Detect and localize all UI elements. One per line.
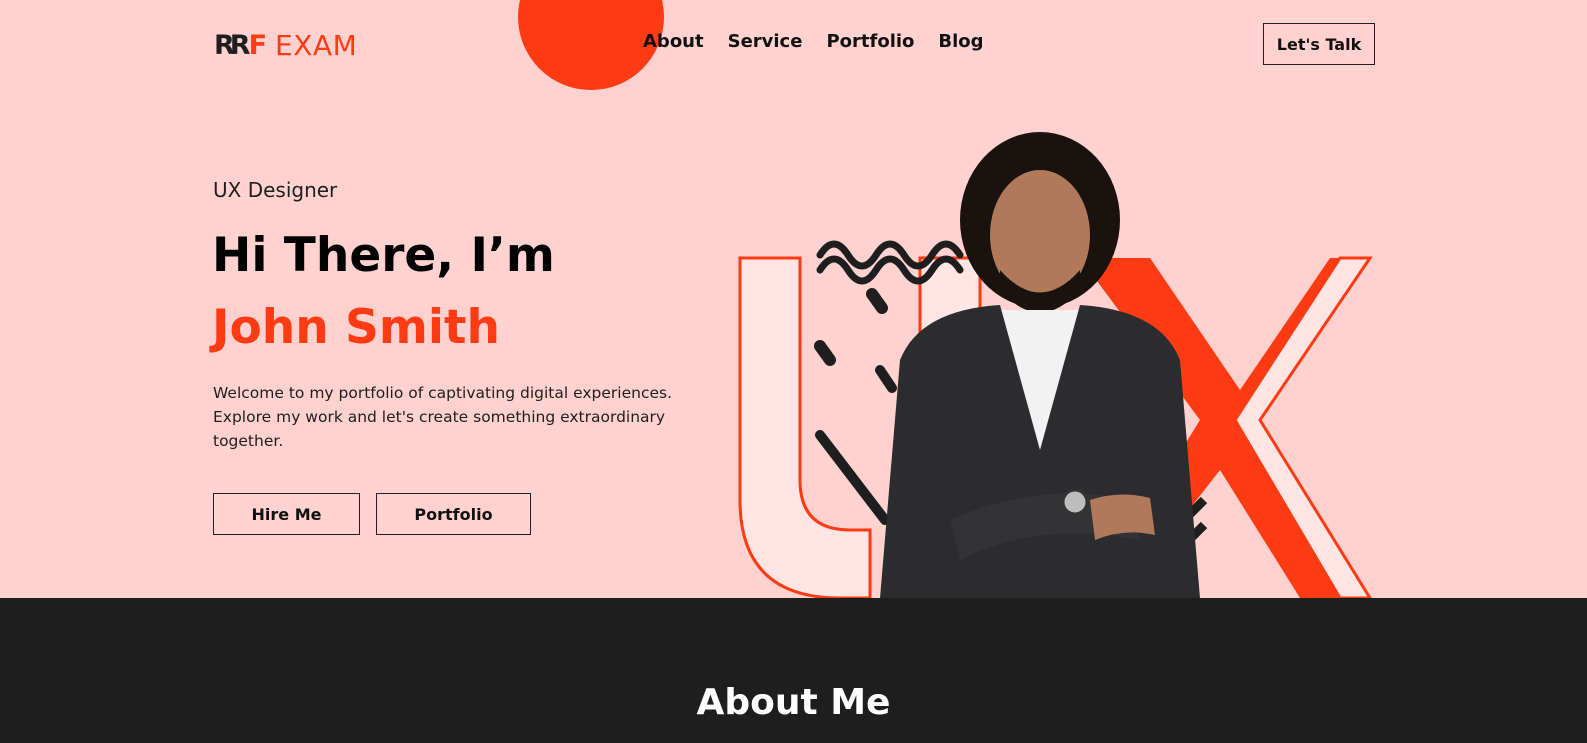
nav-link-about[interactable]: About [643, 31, 704, 52]
site-logo[interactable]: RR F EXAM [214, 28, 357, 62]
hire-me-button[interactable]: Hire Me [213, 493, 360, 535]
logo-text: EXAM [275, 28, 358, 62]
hero-intro: Welcome to my portfolio of captivating d… [213, 384, 673, 450]
logo-mark: RR [214, 29, 251, 61]
main-nav: About Service Portfolio Blog [643, 31, 984, 52]
nav-link-portfolio[interactable]: Portfolio [826, 31, 914, 52]
about-title: About Me [696, 682, 891, 723]
nav-link-blog[interactable]: Blog [938, 31, 983, 52]
hero-greeting: Hi There, I’m [212, 228, 555, 283]
hero-role: UX Designer [213, 178, 338, 202]
logo-f: F [248, 29, 268, 61]
lets-talk-button[interactable]: Let's Talk [1263, 23, 1375, 65]
hero-section: RR F EXAM About Service Portfolio Blog L… [0, 0, 1587, 598]
nav-link-service[interactable]: Service [728, 31, 803, 52]
person-with-ux-letters-illustration [738, 132, 1373, 598]
hero-name: John Smith [212, 300, 500, 355]
portfolio-button[interactable]: Portfolio [376, 493, 531, 535]
